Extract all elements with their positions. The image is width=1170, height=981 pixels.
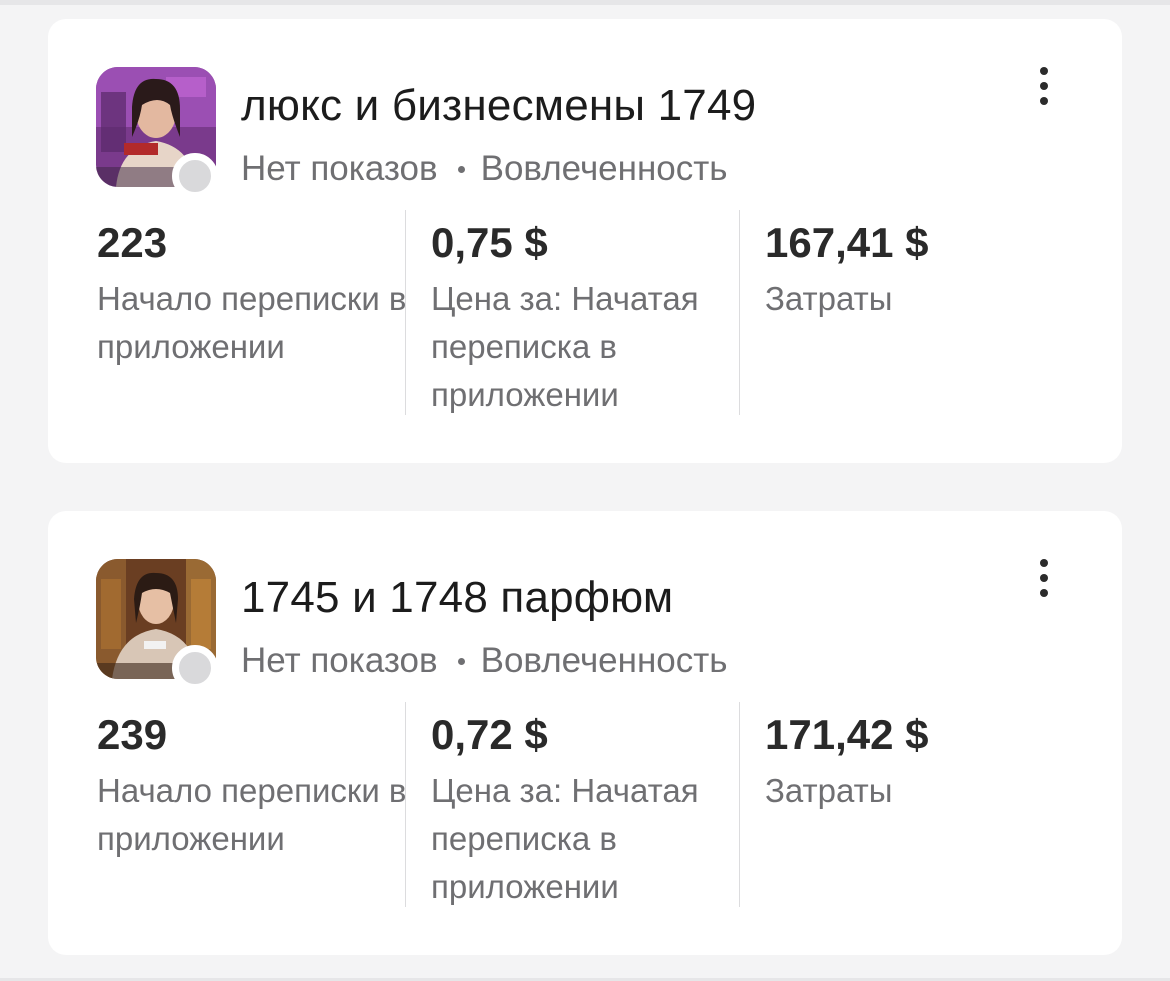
metric-divider <box>739 210 740 415</box>
more-options-button[interactable] <box>1028 61 1060 111</box>
more-dot-icon <box>1040 574 1048 582</box>
metric-divider <box>739 702 740 907</box>
delivery-status-dot <box>172 153 218 199</box>
metric-divider <box>405 210 406 415</box>
delivery-status: Нет показов <box>241 149 438 188</box>
metric-value: 167,41 $ <box>765 219 929 266</box>
campaign-objective: Вовлеченность <box>480 149 728 188</box>
separator-dot <box>457 165 465 173</box>
more-dot-icon <box>1040 82 1048 90</box>
campaign-title[interactable]: 1745 и 1748 парфюм <box>241 573 673 623</box>
more-dot-icon <box>1040 97 1048 105</box>
campaign-thumbnail <box>96 67 218 199</box>
metric-label: Цена за: Начатая переписка в приложении <box>431 280 699 413</box>
metric-label: Начало переписки в приложении <box>97 280 407 365</box>
separator-dot <box>457 657 465 665</box>
campaign-card[interactable]: 1745 и 1748 парфюм Нет показов Вовлеченн… <box>48 511 1122 955</box>
more-options-button[interactable] <box>1028 553 1060 603</box>
metric-value: 0,75 $ <box>431 219 548 266</box>
ads-campaign-list: люкс и бизнесмены 1749 Нет показов Вовле… <box>0 0 1170 981</box>
metric-label: Затраты <box>765 772 893 809</box>
more-dot-icon <box>1040 589 1048 597</box>
campaign-subtitle: Нет показов Вовлеченность <box>241 641 728 681</box>
campaign-card[interactable]: люкс и бизнесмены 1749 Нет показов Вовле… <box>48 19 1122 463</box>
metric-label: Цена за: Начатая переписка в приложении <box>431 772 699 905</box>
metric-cost-per-result: 0,75 $ Цена за: Начатая переписка в прил… <box>431 211 731 419</box>
more-dot-icon <box>1040 67 1048 75</box>
delivery-status-dot <box>172 645 218 691</box>
metric-value: 171,42 $ <box>765 711 929 758</box>
campaign-thumbnail <box>96 559 218 691</box>
metric-value: 223 <box>97 219 168 266</box>
metric-value: 239 <box>97 711 168 758</box>
metric-label: Начало переписки в приложении <box>97 772 407 857</box>
more-dot-icon <box>1040 559 1048 567</box>
metric-spend: 167,41 $ Затраты <box>765 211 1065 323</box>
metric-divider <box>405 702 406 907</box>
metric-label: Затраты <box>765 280 893 317</box>
metric-results: 223 Начало переписки в приложении <box>97 211 406 371</box>
metric-cost-per-result: 0,72 $ Цена за: Начатая переписка в прил… <box>431 703 731 911</box>
metric-spend: 171,42 $ Затраты <box>765 703 1065 815</box>
metric-value: 0,72 $ <box>431 711 548 758</box>
top-divider <box>0 0 1170 5</box>
delivery-status: Нет показов <box>241 641 438 680</box>
campaign-objective: Вовлеченность <box>480 641 728 680</box>
metric-results: 239 Начало переписки в приложении <box>97 703 406 863</box>
campaign-subtitle: Нет показов Вовлеченность <box>241 149 728 189</box>
campaign-title[interactable]: люкс и бизнесмены 1749 <box>241 81 756 131</box>
